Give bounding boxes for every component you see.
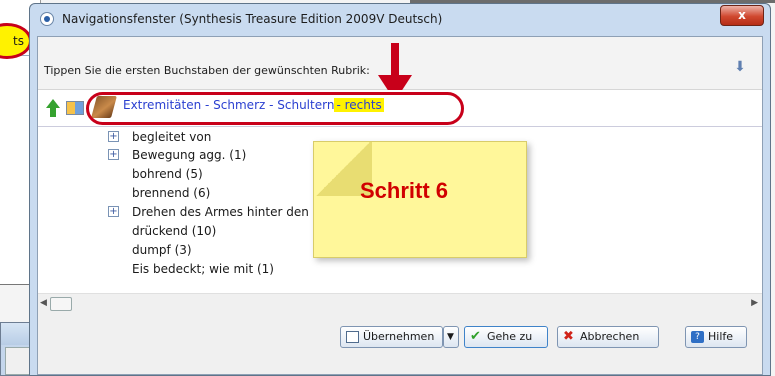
- previous-step-callout-text: ts: [13, 34, 24, 48]
- apply-dropdown-button[interactable]: ▼: [443, 326, 459, 348]
- help-button-label: Hilfe: [708, 330, 734, 343]
- scroll-left-icon[interactable]: ◀: [40, 298, 47, 308]
- rubric-label: Eis bedeckt; wie mit (1): [132, 262, 274, 276]
- goto-button-label: Gehe zu: [487, 330, 533, 343]
- rubric-label: bohrend (5): [132, 167, 203, 181]
- window-title: Navigationsfenster (Synthesis Treasure E…: [62, 12, 443, 26]
- expand-plus-icon[interactable]: +: [108, 149, 119, 160]
- list-item[interactable]: + Drehen des Armes hinter den Rü: [108, 203, 329, 221]
- checkmark-icon: ✔: [470, 329, 481, 344]
- dropdown-arrow-icon: ▼: [447, 332, 454, 342]
- step-note: Schritt 6: [313, 141, 527, 258]
- clipboard-icon: [346, 331, 359, 343]
- double-chevron-down-icon[interactable]: ⬇: [732, 59, 748, 75]
- cancel-button-label: Abbrechen: [580, 330, 640, 343]
- search-prompt-label: Tippen Sie die ersten Buchstaben der gew…: [44, 64, 370, 77]
- cancel-button[interactable]: ✖ Abbrechen: [557, 326, 659, 348]
- breadcrumb-current[interactable]: - rechts: [334, 98, 384, 112]
- list-item[interactable]: Eis bedeckt; wie mit (1): [132, 260, 274, 278]
- rubric-path-bar: Extremitäten - Schmerz - Schultern - rech…: [38, 90, 762, 127]
- scroll-right-icon[interactable]: ▶: [751, 298, 758, 308]
- horizontal-scrollbar[interactable]: ◀ ▶: [38, 293, 762, 312]
- breadcrumb-path[interactable]: Extremitäten - Schmerz - Schultern: [123, 98, 334, 112]
- close-button[interactable]: x: [720, 5, 764, 26]
- help-icon: ?: [691, 331, 704, 343]
- annotation-arrow-shaft: [391, 43, 399, 79]
- rubric-label: Drehen des Armes hinter den Rü: [132, 205, 329, 219]
- rubric-label: dumpf (3): [132, 243, 192, 257]
- list-item[interactable]: + Bewegung agg. (1): [108, 146, 247, 164]
- view-grid-icon[interactable]: [66, 101, 84, 115]
- button-bar: Übernehmen ▼ ✔ Gehe zu ✖ Abbrechen ? Hilfe: [38, 317, 762, 357]
- list-item[interactable]: drückend (10): [132, 222, 216, 240]
- step-label: Schritt 6: [360, 178, 449, 203]
- goto-button[interactable]: ✔ Gehe zu: [464, 326, 548, 348]
- expand-plus-icon[interactable]: +: [108, 206, 119, 217]
- rubric-label: Bewegung agg. (1): [132, 148, 247, 162]
- search-prompt-row: Tippen Sie die ersten Buchstaben der gew…: [38, 37, 762, 101]
- rubric-label: brennend (6): [132, 186, 211, 200]
- app-icon: [40, 12, 54, 26]
- list-item[interactable]: + begleitet von: [108, 128, 212, 146]
- rubric-label: begleitet von: [132, 130, 212, 144]
- scrollbar-thumb[interactable]: [50, 297, 72, 311]
- up-arrow-icon[interactable]: [46, 99, 60, 117]
- list-item[interactable]: bohrend (5): [132, 165, 203, 183]
- rubric-label: drückend (10): [132, 224, 217, 238]
- help-button[interactable]: ? Hilfe: [685, 326, 747, 348]
- apply-button-label: Übernehmen: [363, 330, 435, 343]
- list-item[interactable]: brennend (6): [132, 184, 210, 202]
- titlebar: Navigationsfenster (Synthesis Treasure E…: [30, 4, 770, 34]
- list-item[interactable]: dumpf (3): [132, 241, 192, 259]
- apply-button[interactable]: Übernehmen: [340, 326, 443, 348]
- expand-plus-icon[interactable]: +: [108, 131, 119, 142]
- rubric-breadcrumb[interactable]: Extremitäten - Schmerz - Schultern - rech…: [123, 98, 384, 112]
- cross-icon: ✖: [563, 329, 574, 344]
